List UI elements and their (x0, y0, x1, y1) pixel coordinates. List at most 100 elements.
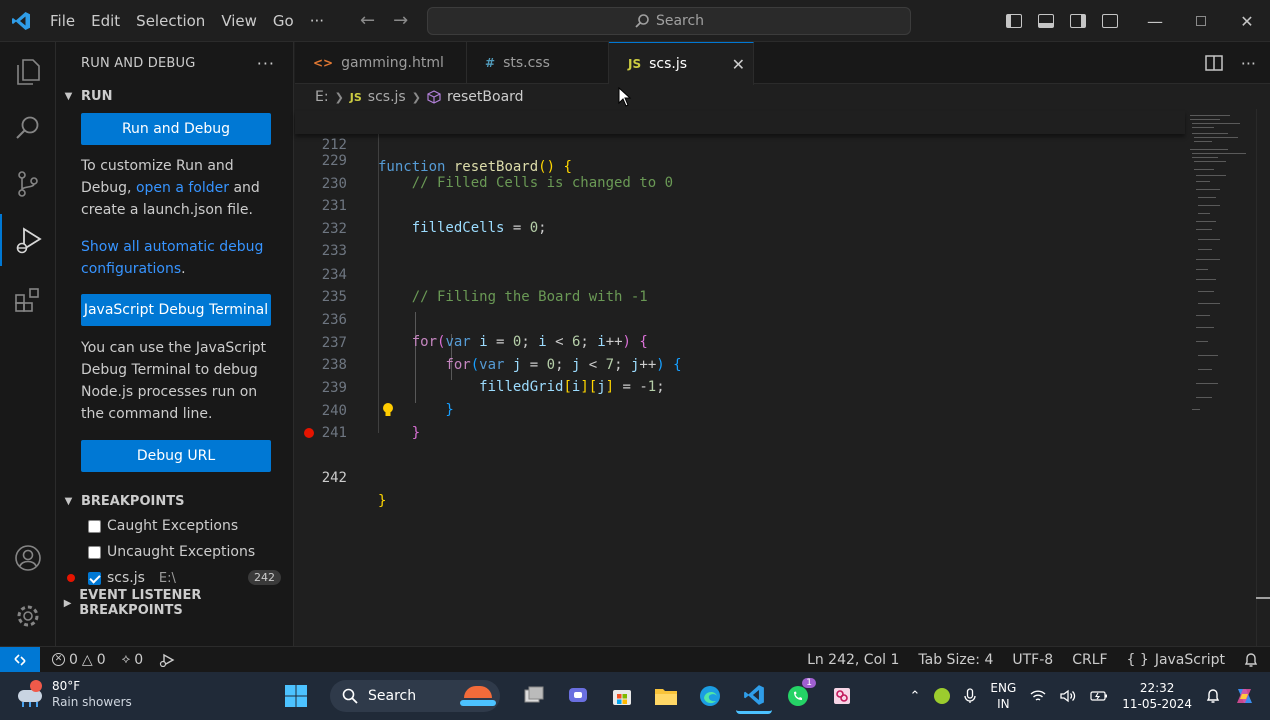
code-line[interactable]: 236 for(var i = 0; i < 6; i++) { (295, 286, 1185, 351)
sticky-scroll-line[interactable]: 212 function resetBoard() { (295, 111, 1185, 175)
copilot-icon[interactable] (1234, 685, 1256, 707)
ports-status[interactable]: ⟡ 0 (122, 652, 144, 668)
debug-status[interactable] (159, 653, 175, 667)
whatsapp-icon[interactable]: 1 (780, 678, 816, 714)
uncaught-exceptions-checkbox[interactable] (88, 545, 101, 559)
indentation[interactable]: Tab Size: 4 (918, 652, 993, 668)
code-line[interactable]: 242 } (295, 422, 1185, 509)
activity-bar (0, 42, 56, 646)
menu-view[interactable]: View (213, 0, 265, 42)
problems-status[interactable]: ✕ 0 △ 0 (52, 652, 106, 668)
code-line[interactable]: 239 } (295, 354, 1185, 419)
chevron-right-icon: ❯ (411, 90, 421, 104)
weather-widget[interactable]: 80°F Rain showers (16, 678, 132, 710)
menu-selection[interactable]: Selection (128, 0, 213, 42)
code-editor[interactable]: 212 function resetBoard() { 229 // Fille… (295, 109, 1270, 646)
volume-icon[interactable] (1060, 689, 1076, 703)
menu-file[interactable]: File (42, 0, 83, 42)
debug-url-button[interactable]: Debug URL (81, 440, 271, 472)
vscode-taskbar-icon[interactable] (736, 678, 772, 714)
tab-label: sts.css (503, 55, 550, 71)
tab-gamming-html[interactable]: <> gamming.html (295, 42, 467, 84)
breadcrumb-file[interactable]: scs.js (368, 89, 406, 105)
notification-bell-icon[interactable] (1206, 688, 1220, 704)
search-activity-icon[interactable] (0, 102, 56, 154)
run-and-debug-button[interactable]: Run and Debug (81, 113, 271, 145)
show-hidden-icons-icon[interactable]: ⌃ (909, 689, 920, 704)
close-window-icon[interactable]: ✕ (1224, 0, 1270, 42)
caught-exceptions-checkbox[interactable] (88, 519, 101, 533)
snipping-tool-icon[interactable] (824, 678, 860, 714)
breakpoint-caught-exceptions[interactable]: Caught Exceptions (56, 513, 293, 539)
language-label: JavaScript (1154, 652, 1225, 668)
code-line[interactable]: 235 (295, 263, 1185, 305)
language-indicator[interactable]: ENG IN (990, 680, 1016, 712)
code-line[interactable]: 232 (295, 195, 1185, 237)
extensions-icon[interactable] (0, 274, 56, 326)
windows-start-icon[interactable] (278, 678, 314, 714)
command-center-search[interactable]: Search (427, 7, 911, 35)
breakpoint-scs-js[interactable]: scs.js E:\ 242 (56, 565, 293, 591)
code-line[interactable]: 234 // Filling the Board with -1 (295, 241, 1185, 306)
code-line[interactable]: 238 filledGrid[i][j] = -1; (295, 331, 1185, 396)
close-tab-icon[interactable]: ✕ (732, 55, 745, 74)
remote-window-icon[interactable] (0, 646, 40, 673)
editor-scrollbar[interactable] (1256, 109, 1270, 646)
breadcrumb-drive[interactable]: E: (315, 89, 329, 105)
maximize-icon[interactable] (1178, 0, 1224, 42)
notifications-bell-icon[interactable] (1244, 652, 1258, 668)
breadcrumb-symbol[interactable]: resetBoard (447, 89, 524, 105)
tray-app-icon[interactable] (934, 688, 951, 704)
menu-edit[interactable]: Edit (83, 0, 128, 42)
code-line[interactable]: 233 (295, 217, 1185, 259)
code-line[interactable]: 240 } (295, 377, 1185, 442)
minimize-icon[interactable]: — (1132, 0, 1178, 42)
explorer-icon[interactable] (0, 46, 56, 98)
open-folder-link[interactable]: open a folder (136, 180, 229, 196)
language-mode[interactable]: { } JavaScript (1127, 652, 1225, 668)
toggle-panel-icon[interactable] (1038, 14, 1054, 28)
file-explorer-icon[interactable] (648, 678, 684, 714)
code-line[interactable]: 237 for(var j = 0; j < 7; j++) { (295, 309, 1185, 374)
show-all-configs-link[interactable]: Show all automatic debug configurations (81, 239, 263, 277)
forward-arrow-icon[interactable]: → (393, 10, 408, 31)
sidebar-more-actions-icon[interactable]: ··· (257, 54, 275, 73)
source-control-icon[interactable] (0, 158, 56, 210)
code-line[interactable]: 241 (295, 399, 1185, 441)
task-view-icon[interactable] (516, 678, 552, 714)
back-arrow-icon[interactable]: ← (360, 10, 375, 31)
battery-icon[interactable] (1090, 690, 1108, 702)
lightbulb-icon[interactable] (381, 402, 395, 418)
scs-js-breakpoint-checkbox[interactable] (88, 571, 101, 585)
accounts-icon[interactable] (0, 532, 56, 584)
event-listener-section-header[interactable]: ▶ EVENT LISTENER BREAKPOINTS (56, 588, 293, 618)
tab-sts-css[interactable]: # sts.css (467, 42, 609, 84)
weather-text: 80°F Rain showers (52, 678, 132, 710)
cursor-position[interactable]: Ln 242, Col 1 (807, 652, 899, 668)
customize-layout-icon[interactable] (1102, 14, 1118, 28)
tab-scs-js[interactable]: JS scs.js ✕ (609, 42, 754, 85)
manage-gear-icon[interactable] (0, 590, 56, 642)
microphone-icon[interactable] (964, 688, 977, 704)
split-editor-icon[interactable] (1204, 55, 1223, 71)
breakpoint-uncaught-exceptions[interactable]: Uncaught Exceptions (56, 539, 293, 565)
breakpoints-section-header[interactable]: ▼ BREAKPOINTS (56, 489, 293, 513)
toggle-primary-sidebar-icon[interactable] (1006, 14, 1022, 28)
wifi-icon[interactable] (1030, 689, 1046, 703)
breakpoint-gutter-dot[interactable] (304, 428, 314, 438)
menu-go[interactable]: Go (265, 0, 302, 42)
teams-chat-icon[interactable] (560, 678, 596, 714)
clock[interactable]: 22:32 11-05-2024 (1122, 680, 1192, 712)
minimap[interactable] (1188, 109, 1250, 429)
run-section-header[interactable]: ▼ RUN (56, 84, 293, 108)
menu-more[interactable]: ··· (302, 0, 332, 42)
run-and-debug-icon[interactable] (0, 214, 56, 266)
toggle-secondary-sidebar-icon[interactable] (1070, 14, 1086, 28)
taskbar-search[interactable]: Search (330, 680, 500, 712)
end-of-line[interactable]: CRLF (1072, 652, 1107, 668)
javascript-debug-terminal-button[interactable]: JavaScript Debug Terminal (81, 294, 271, 326)
microsoft-store-icon[interactable] (604, 678, 640, 714)
edge-browser-icon[interactable] (692, 678, 728, 714)
encoding[interactable]: UTF-8 (1012, 652, 1053, 668)
editor-more-actions-icon[interactable]: ··· (1241, 54, 1256, 73)
